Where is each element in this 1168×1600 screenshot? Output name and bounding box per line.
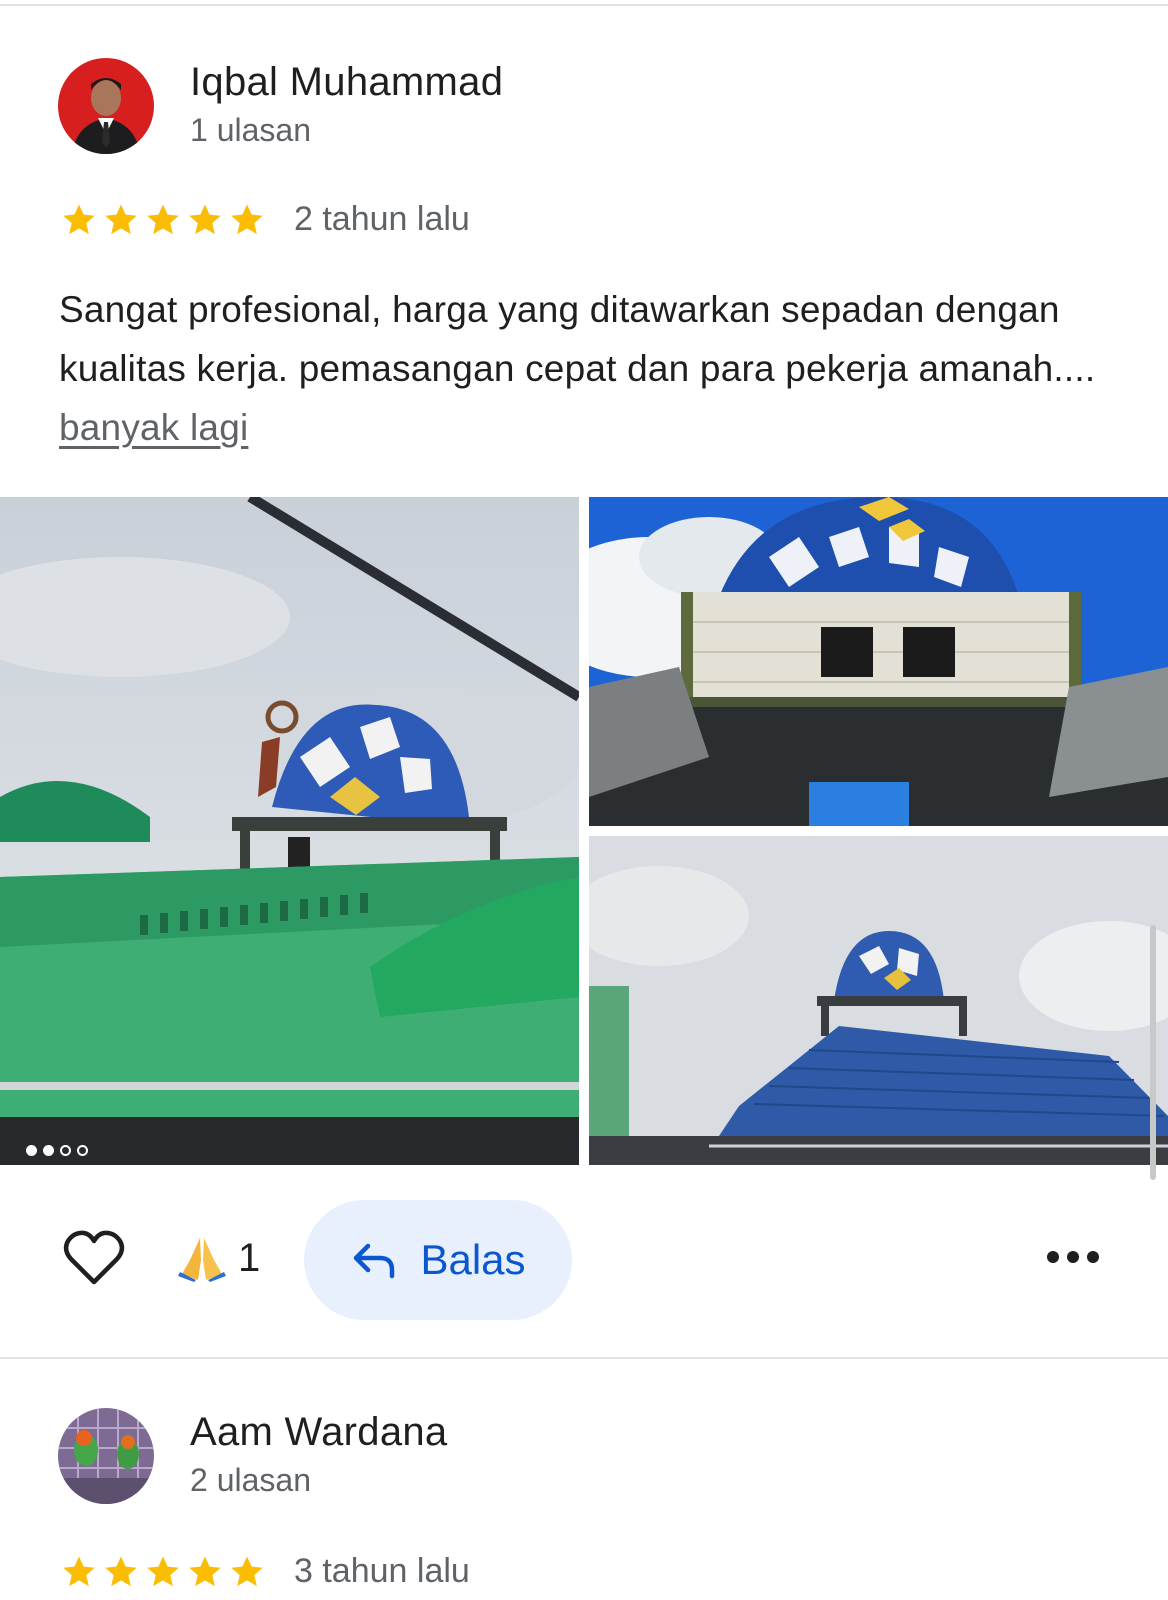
dome-installation-photo [0,497,579,1165]
dome-on-roof-photo [589,836,1168,1165]
review-divider [0,1357,1168,1359]
carousel-dot [60,1145,71,1156]
read-more-link[interactable]: banyak lagi [59,407,248,448]
review-photo[interactable] [589,497,1168,826]
rating-row: 3 tahun lalu [60,1552,470,1591]
carousel-dot [77,1145,88,1156]
star-icon [105,1555,137,1586]
heart-outline-icon[interactable] [62,1228,126,1288]
star-icon [63,203,95,234]
star-rating [60,201,266,239]
star-icon [105,203,137,234]
reviewer-name[interactable]: Aam Wardana [190,1410,447,1455]
reply-label: Balas [420,1236,526,1283]
review-body: Sangat profesional, harga yang ditawarka… [59,289,1096,389]
review-time: 3 tahun lalu [294,1552,470,1590]
avatar[interactable] [58,1408,154,1504]
reaction-counter[interactable]: 1 [176,1234,260,1282]
star-icon [189,1555,221,1586]
carousel-dot [26,1145,37,1156]
reply-button[interactable]: Balas [304,1200,572,1320]
rating-row: 2 tahun lalu [60,200,470,239]
reaction-count: 1 [238,1235,261,1280]
star-icon [147,1555,179,1586]
avatar[interactable] [58,58,154,154]
photo-carousel-indicator [26,1145,88,1156]
review-card: Aam Wardana 2 ulasan 3 tahun lalu [0,1360,1168,1600]
review-card: Iqbal Muhammad 1 ulasan 2 tahun lalu San… [0,0,1168,1360]
dome-under-construction-photo [589,497,1168,826]
avatar-photo [58,1408,154,1504]
star-rating [60,1553,266,1591]
star-icon [147,203,179,234]
more-horizontal-icon[interactable] [1046,1246,1100,1268]
reviewer-review-count: 2 ulasan [190,1462,311,1498]
review-photos [0,497,1168,1165]
star-icon [231,203,263,234]
review-text: Sangat profesional, harga yang ditawarka… [59,280,1119,457]
star-icon [231,1555,263,1586]
reviewer-review-count: 1 ulasan [190,112,311,148]
review-time: 2 tahun lalu [294,200,470,238]
carousel-dot [43,1145,54,1156]
folded-hands-emoji [178,1238,226,1282]
scrollbar-thumb[interactable] [1150,925,1156,1180]
star-icon [63,1555,95,1586]
review-actions: 1 Balas [0,1200,1168,1320]
reply-arrow-icon [354,1243,395,1279]
star-icon [189,203,221,234]
review-photo[interactable] [0,497,579,1165]
avatar-photo [58,58,154,154]
reviewer-name[interactable]: Iqbal Muhammad [190,60,503,105]
review-photo[interactable] [589,836,1168,1165]
